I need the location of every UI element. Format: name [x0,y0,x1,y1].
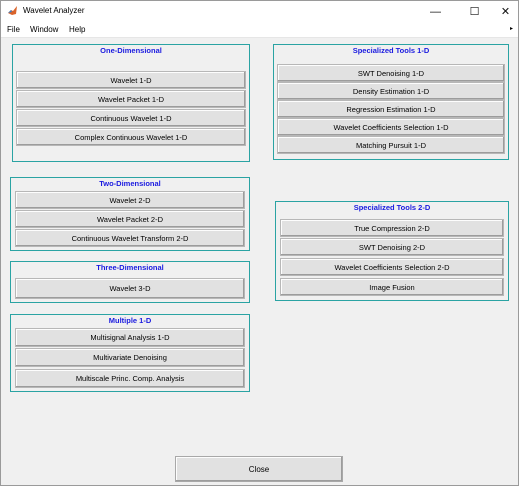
menu-window[interactable]: Window [30,25,58,34]
image-fusion-button[interactable]: Image Fusion [280,278,504,296]
complex-continuous-wavelet-1d-button[interactable]: Complex Continuous Wavelet 1-D [16,128,246,146]
panel-title-multiple-1d: Multiple 1-D [108,316,152,325]
panel-one-dimensional: One-Dimensional Wavelet 1-D Wavelet Pack… [12,44,250,162]
app-window: Wavelet Analyzer — ☐ ✕ File Window Help … [0,0,519,486]
panel-multiple-1d: Multiple 1-D Multisignal Analysis 1-D Mu… [10,314,250,392]
menu-overflow-icon[interactable]: ▸ [510,25,513,32]
matlab-logo-icon [8,6,17,15]
minimize-button[interactable]: — [419,1,452,22]
panel-title-specialized-tools-2d: Specialized Tools 2-D [353,203,431,212]
wavelet-coefficients-selection-1d-button[interactable]: Wavelet Coefficients Selection 1-D [277,118,505,136]
swt-denoising-2d-button[interactable]: SWT Denoising 2-D [280,238,504,256]
wavelet-packet-1d-button[interactable]: Wavelet Packet 1-D [16,90,246,108]
panel-title-two-dimensional: Two-Dimensional [99,179,161,188]
menu-bar: File Window Help ▸ [1,22,518,38]
regression-estimation-1d-button[interactable]: Regression Estimation 1-D [277,100,505,118]
panel-title-one-dimensional: One-Dimensional [100,46,162,55]
multisignal-analysis-1d-button[interactable]: Multisignal Analysis 1-D [15,328,245,347]
menu-file[interactable]: File [7,25,20,34]
wavelet-1d-button[interactable]: Wavelet 1-D [16,71,246,89]
panel-specialized-tools-2d: Specialized Tools 2-D True Compression 2… [275,201,509,301]
close-window-button[interactable]: ✕ [489,1,519,22]
maximize-button[interactable]: ☐ [458,1,491,22]
panel-title-specialized-tools-1d: Specialized Tools 1-D [352,46,430,55]
wavelet-3d-button[interactable]: Wavelet 3-D [15,278,245,299]
menu-help[interactable]: Help [69,25,85,34]
close-button[interactable]: Close [175,456,343,482]
window-title: Wavelet Analyzer [23,6,85,15]
density-estimation-1d-button[interactable]: Density Estimation 1-D [277,82,505,100]
wavelet-packet-2d-button[interactable]: Wavelet Packet 2-D [15,210,245,228]
matching-pursuit-1d-button[interactable]: Matching Pursuit 1-D [277,136,505,154]
continuous-wavelet-transform-2d-button[interactable]: Continuous Wavelet Transform 2-D [15,229,245,247]
continuous-wavelet-1d-button[interactable]: Continuous Wavelet 1-D [16,109,246,127]
close-icon: ✕ [500,6,511,18]
panel-two-dimensional: Two-Dimensional Wavelet 2-D Wavelet Pack… [10,177,250,251]
maximize-icon: ☐ [469,6,480,18]
minimize-icon: — [430,5,441,18]
true-compression-2d-button[interactable]: True Compression 2-D [280,219,504,237]
wavelet-2d-button[interactable]: Wavelet 2-D [15,191,245,209]
multivariate-denoising-button[interactable]: Multivariate Denoising [15,348,245,367]
title-bar: Wavelet Analyzer — ☐ ✕ [1,1,518,22]
swt-denoising-1d-button[interactable]: SWT Denoising 1-D [277,64,505,82]
wavelet-coefficients-selection-2d-button[interactable]: Wavelet Coefficients Selection 2-D [280,258,504,276]
panel-specialized-tools-1d: Specialized Tools 1-D SWT Denoising 1-D … [273,44,509,160]
panel-title-three-dimensional: Three-Dimensional [96,263,164,272]
multiscale-princ-comp-analysis-button[interactable]: Multiscale Princ. Comp. Analysis [15,369,245,388]
panel-three-dimensional: Three-Dimensional Wavelet 3-D [10,261,250,303]
